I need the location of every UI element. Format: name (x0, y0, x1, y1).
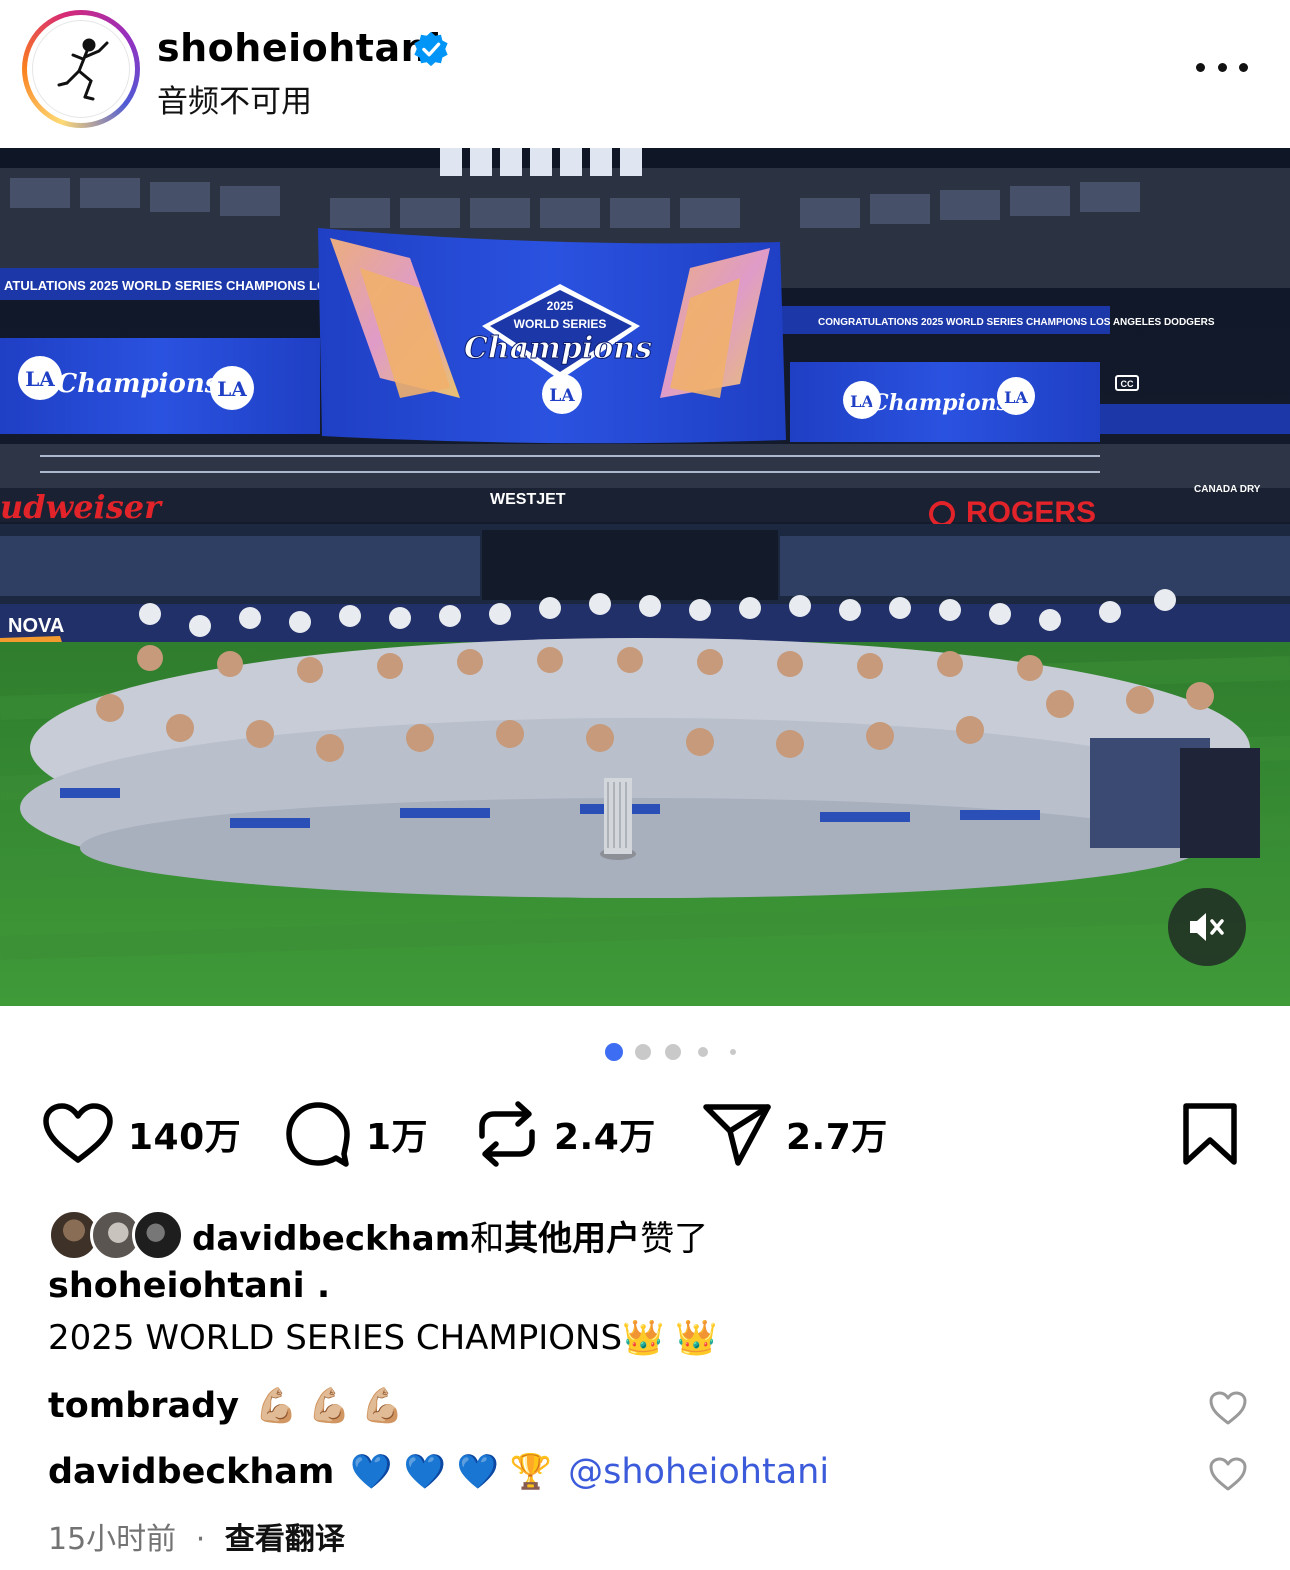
more-dot-icon (1217, 62, 1227, 72)
see-translation-link[interactable]: 查看翻译 (225, 1522, 345, 1557)
post-timestamp: 15小时前 (48, 1522, 177, 1557)
carousel-dot (665, 1044, 681, 1060)
send-icon (703, 1104, 771, 1166)
canada-dry-sign: CANADA DRY (1194, 484, 1261, 495)
profile-avatar[interactable] (22, 10, 140, 128)
like-action[interactable]: 140万 (42, 1092, 241, 1176)
comment-item: davidbeckham 💙 💙 💙 🏆 @shoheiohtani (48, 1444, 829, 1500)
liked-by-others[interactable]: 其他用户 (504, 1219, 640, 1259)
more-dot-icon (1239, 62, 1248, 72)
carousel-indicator (600, 1040, 750, 1064)
share-action[interactable]: 2.7万 (702, 1092, 888, 1176)
comment-action[interactable]: 1万 (284, 1092, 428, 1176)
carousel-dot (698, 1047, 708, 1057)
repost-icon (479, 1101, 535, 1167)
board-year: 2025 (547, 299, 574, 313)
caption-text: 2025 WORLD SERIES CHAMPIONS 👑 👑 (48, 1318, 718, 1358)
ribbon-right-text: CONGRATULATIONS 2025 WORLD SERIES CHAMPI… (818, 317, 1215, 328)
post-photo[interactable]: ATULATIONS 2025 WORLD SERIES CHAMPIONS L… (0, 148, 1290, 1006)
more-dot-icon (1196, 62, 1205, 72)
post-header: shoheiohtani 音频不可用 (0, 0, 1290, 148)
comment-text: 💙 💙 💙 🏆 (350, 1452, 553, 1492)
audio-status: 音频不可用 (157, 84, 312, 120)
comment-username[interactable]: tombrady (48, 1386, 239, 1426)
liked-by-text: davidbeckham和其他用户赞了 (192, 1211, 708, 1260)
board-champions: Champions (464, 331, 652, 366)
footer-separator: · (195, 1522, 206, 1557)
comment-item: tombrady 💪🏼 💪🏼 💪🏼 (48, 1378, 404, 1434)
avatar-image (32, 20, 130, 118)
la-logo: LA (217, 377, 247, 401)
comment-icon (286, 1102, 350, 1167)
westjet-sign: WESTJET (490, 491, 566, 508)
avatar (132, 1209, 184, 1261)
liker-avatars (48, 1207, 184, 1263)
la-logo: LA (1004, 388, 1028, 407)
carousel-dot (635, 1044, 651, 1060)
more-options-button[interactable] (1196, 52, 1248, 82)
post-footer: 15小时前 · 查看翻译 (48, 1514, 345, 1558)
heart-icon (43, 1103, 113, 1163)
verified-badge-icon (414, 31, 448, 67)
repost-count: 2.4万 (554, 1117, 656, 1158)
speaker-muted-icon (1190, 913, 1224, 941)
liker-username[interactable]: davidbeckham (192, 1219, 470, 1259)
la-logo: LA (549, 386, 575, 406)
liked-by-suffix: 赞了 (640, 1218, 709, 1259)
carousel-dot-active (605, 1043, 623, 1061)
comment-count: 1万 (366, 1117, 429, 1158)
share-count: 2.7万 (786, 1117, 888, 1158)
repost-action[interactable]: 2.4万 (474, 1092, 656, 1176)
nova-sign: NOVA (8, 615, 64, 637)
la-logo: LA (25, 367, 55, 391)
action-bar: 140万 1万 2.4万 2.7万 (0, 1092, 1290, 1176)
comment-like-heart-icon[interactable] (1208, 1390, 1248, 1426)
caption-body: 2025 WORLD SERIES CHAMPIONS (48, 1318, 623, 1358)
comment-like-heart-icon[interactable] (1208, 1456, 1248, 1492)
carousel-dot (730, 1049, 736, 1055)
like-count: 140万 (128, 1117, 242, 1158)
caption-username[interactable]: shoheiohtani . (48, 1266, 330, 1306)
mute-button[interactable] (1168, 888, 1246, 966)
mention-link[interactable]: @shoheiohtani (568, 1452, 829, 1492)
cc-sign: CC (1121, 379, 1134, 389)
comment-text: 💪🏼 💪🏼 💪🏼 (255, 1386, 404, 1426)
budweiser-sign: udweiser (0, 488, 163, 526)
liked-by-line[interactable]: davidbeckham和其他用户赞了 (48, 1207, 708, 1263)
bookmark-icon[interactable] (1180, 1102, 1240, 1166)
crown-emoji: 👑 👑 (622, 1318, 718, 1358)
liked-by-connector: 和 (470, 1218, 505, 1259)
side-board-text: Champions (871, 390, 1009, 416)
side-board-text: Champions (57, 369, 220, 399)
comment-username[interactable]: davidbeckham (48, 1452, 334, 1492)
board-world-series: WORLD SERIES (514, 317, 607, 331)
post-username[interactable]: shoheiohtani (157, 26, 442, 70)
